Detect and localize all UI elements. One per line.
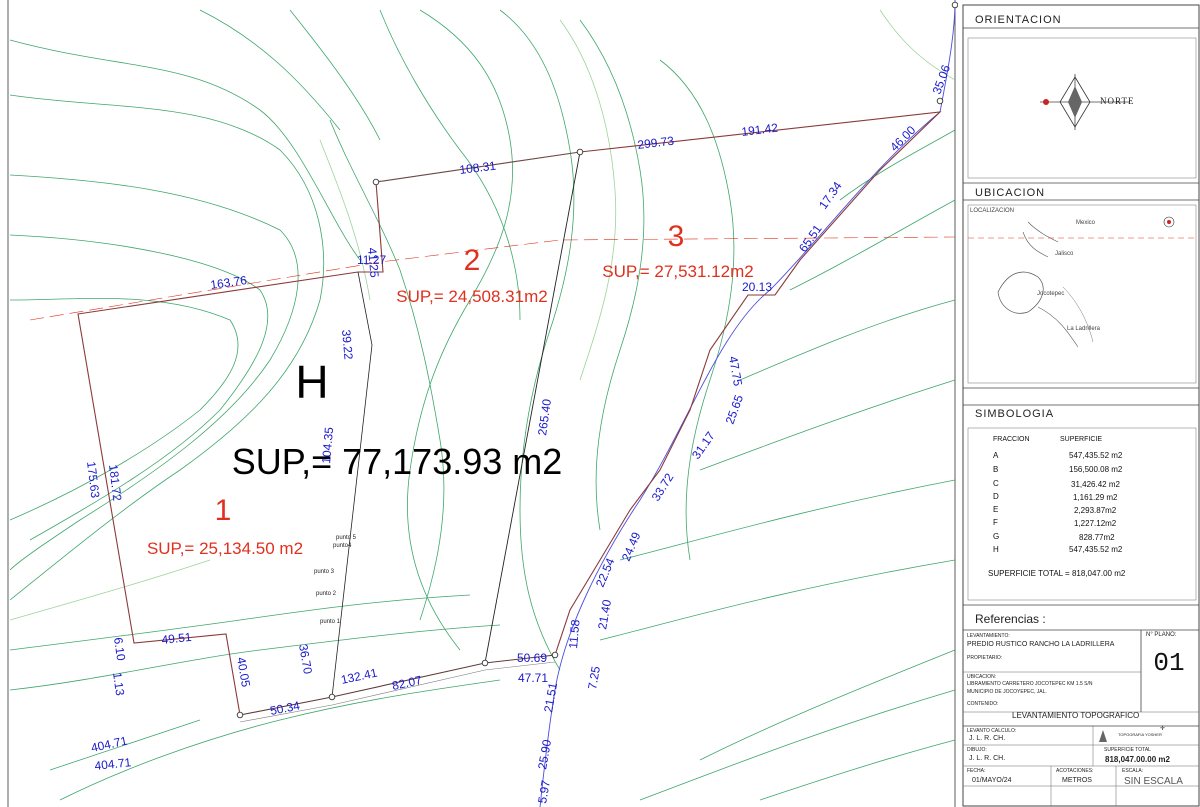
legend-col-fraction: FRACCION (993, 436, 1030, 443)
survey-map[interactable]: 2 SUP,= 24,508.31m2 3 SUP,= 27,531.12m2 … (0, 0, 958, 807)
content-value: LEVANTAMIENTO TOPOGRAFICO (1012, 711, 1140, 720)
legend-area: 547,435.52 m2 (1069, 451, 1123, 460)
references-title: Referencias : (975, 612, 1046, 626)
legend-fraction: F (993, 518, 998, 527)
location-title: UBICACION (975, 187, 1046, 199)
orientation-title: ORIENTACION (975, 14, 1062, 26)
legend-area: 2,293.87m2 (1074, 506, 1117, 515)
content-label: CONTENIDO: (967, 701, 999, 707)
distance-label: 39.22 (339, 329, 356, 360)
legend-fraction: G (993, 532, 1000, 541)
calc-value: J. L. R. CH. (969, 735, 1006, 742)
area-label: SUPERFICIE TOTAL (1104, 747, 1151, 753)
point-label: punto 2 (316, 591, 337, 597)
fraction-3-number: 3 (668, 220, 685, 253)
owner-label: PROPIETARIO: (967, 655, 1003, 661)
fraction-h-area: SUP,= 77,173.93 m2 (232, 441, 563, 482)
distance-label: 20.13 (742, 280, 772, 294)
legend-fraction: B (993, 465, 999, 474)
area-value: 818,047.00.00 m2 (1105, 755, 1170, 764)
fraction-2-number: 2 (464, 244, 481, 277)
distance-label: 11.27 (357, 253, 386, 267)
point-label: punto 3 (314, 569, 335, 575)
firm-mark-icon: ✛ (1160, 726, 1166, 732)
fraction-h-label: H (295, 356, 328, 408)
legend-fraction: H (993, 545, 999, 554)
plan-number: 01 (1153, 648, 1185, 678)
legend-fraction: A (993, 451, 999, 460)
distance-label: 11.58 (566, 619, 583, 650)
fraction-3-area: SUP,= 27,531.12m2 (602, 262, 753, 281)
legend-fraction: C (993, 479, 999, 488)
address-label: UBICACION: (967, 674, 997, 680)
legend-total: SUPERFICIE TOTAL = 818,047.00 m2 (988, 569, 1126, 578)
units-value: METROS (1062, 777, 1092, 784)
drawing-value: J. L. R. CH. (969, 755, 1006, 762)
fraction-1-area: SUP,= 25,134.50 m2 (147, 539, 303, 558)
place-label: Jocotepec (1037, 291, 1065, 297)
address-line2: MUNICIPIO DE JOCOYEPEC, JAL. (967, 689, 1047, 695)
date-value: 01/MAYO/24 (972, 777, 1012, 784)
scale-label: ESCALA: (1122, 768, 1144, 774)
legend-title: SIMBOLOGIA (975, 408, 1055, 420)
distance-label: 47.71 (518, 671, 548, 685)
north-label: NORTE (1100, 96, 1135, 106)
legend-col-area: SUPERFICIE (1060, 436, 1103, 443)
point-label: punto 1 (320, 619, 341, 625)
date-label: FECHA: (967, 768, 986, 774)
distance-label: 50.69 (517, 651, 547, 665)
plan-number-label: N° PLANO: (1146, 632, 1177, 638)
location-map (968, 216, 1196, 348)
fraction-2-area: SUP,= 24,508.31m2 (396, 287, 547, 306)
firm-logo-icon (1099, 730, 1107, 742)
address-line1: LIBRAMIENTO CARRETERO JOCOTEPEC KM 1.5 S… (967, 681, 1093, 687)
units-label: ACOTACIONES: (1056, 768, 1094, 774)
place-label: Jalisco (1055, 251, 1074, 257)
place-label: La Ladrillera (1067, 326, 1101, 332)
legend-area: 1,227.12m2 (1074, 519, 1117, 528)
drawing-label: DIBUJO: (967, 747, 987, 753)
fraction-1-number: 1 (215, 494, 232, 527)
legend-fraction: E (993, 505, 999, 514)
legend-area: 31,426.42 m2 (1071, 480, 1120, 489)
legend-area: 1,161.29 m2 (1073, 493, 1118, 502)
scale-value: SIN ESCALA (1124, 776, 1183, 787)
legend-area: 828.77m2 (1079, 533, 1115, 542)
point-label: punto 5 (336, 535, 357, 541)
legend-area: 547,435.52 m2 (1069, 545, 1123, 554)
point-label: punto4 (333, 543, 352, 549)
legend-fraction: D (993, 492, 999, 501)
firm-name: TOPOGRAFIA YOSHER (1118, 732, 1162, 737)
calc-label: LEVANTO CALCULO: (967, 728, 1017, 734)
legend-area: 156,500.08 m2 (1069, 465, 1123, 474)
survey-value: PREDIO RUSTICO RANCHO LA LADRILLERA (967, 641, 1115, 648)
place-label: Mexico (1076, 220, 1096, 226)
survey-label: LEVANTAMIENTO: (967, 633, 1010, 639)
